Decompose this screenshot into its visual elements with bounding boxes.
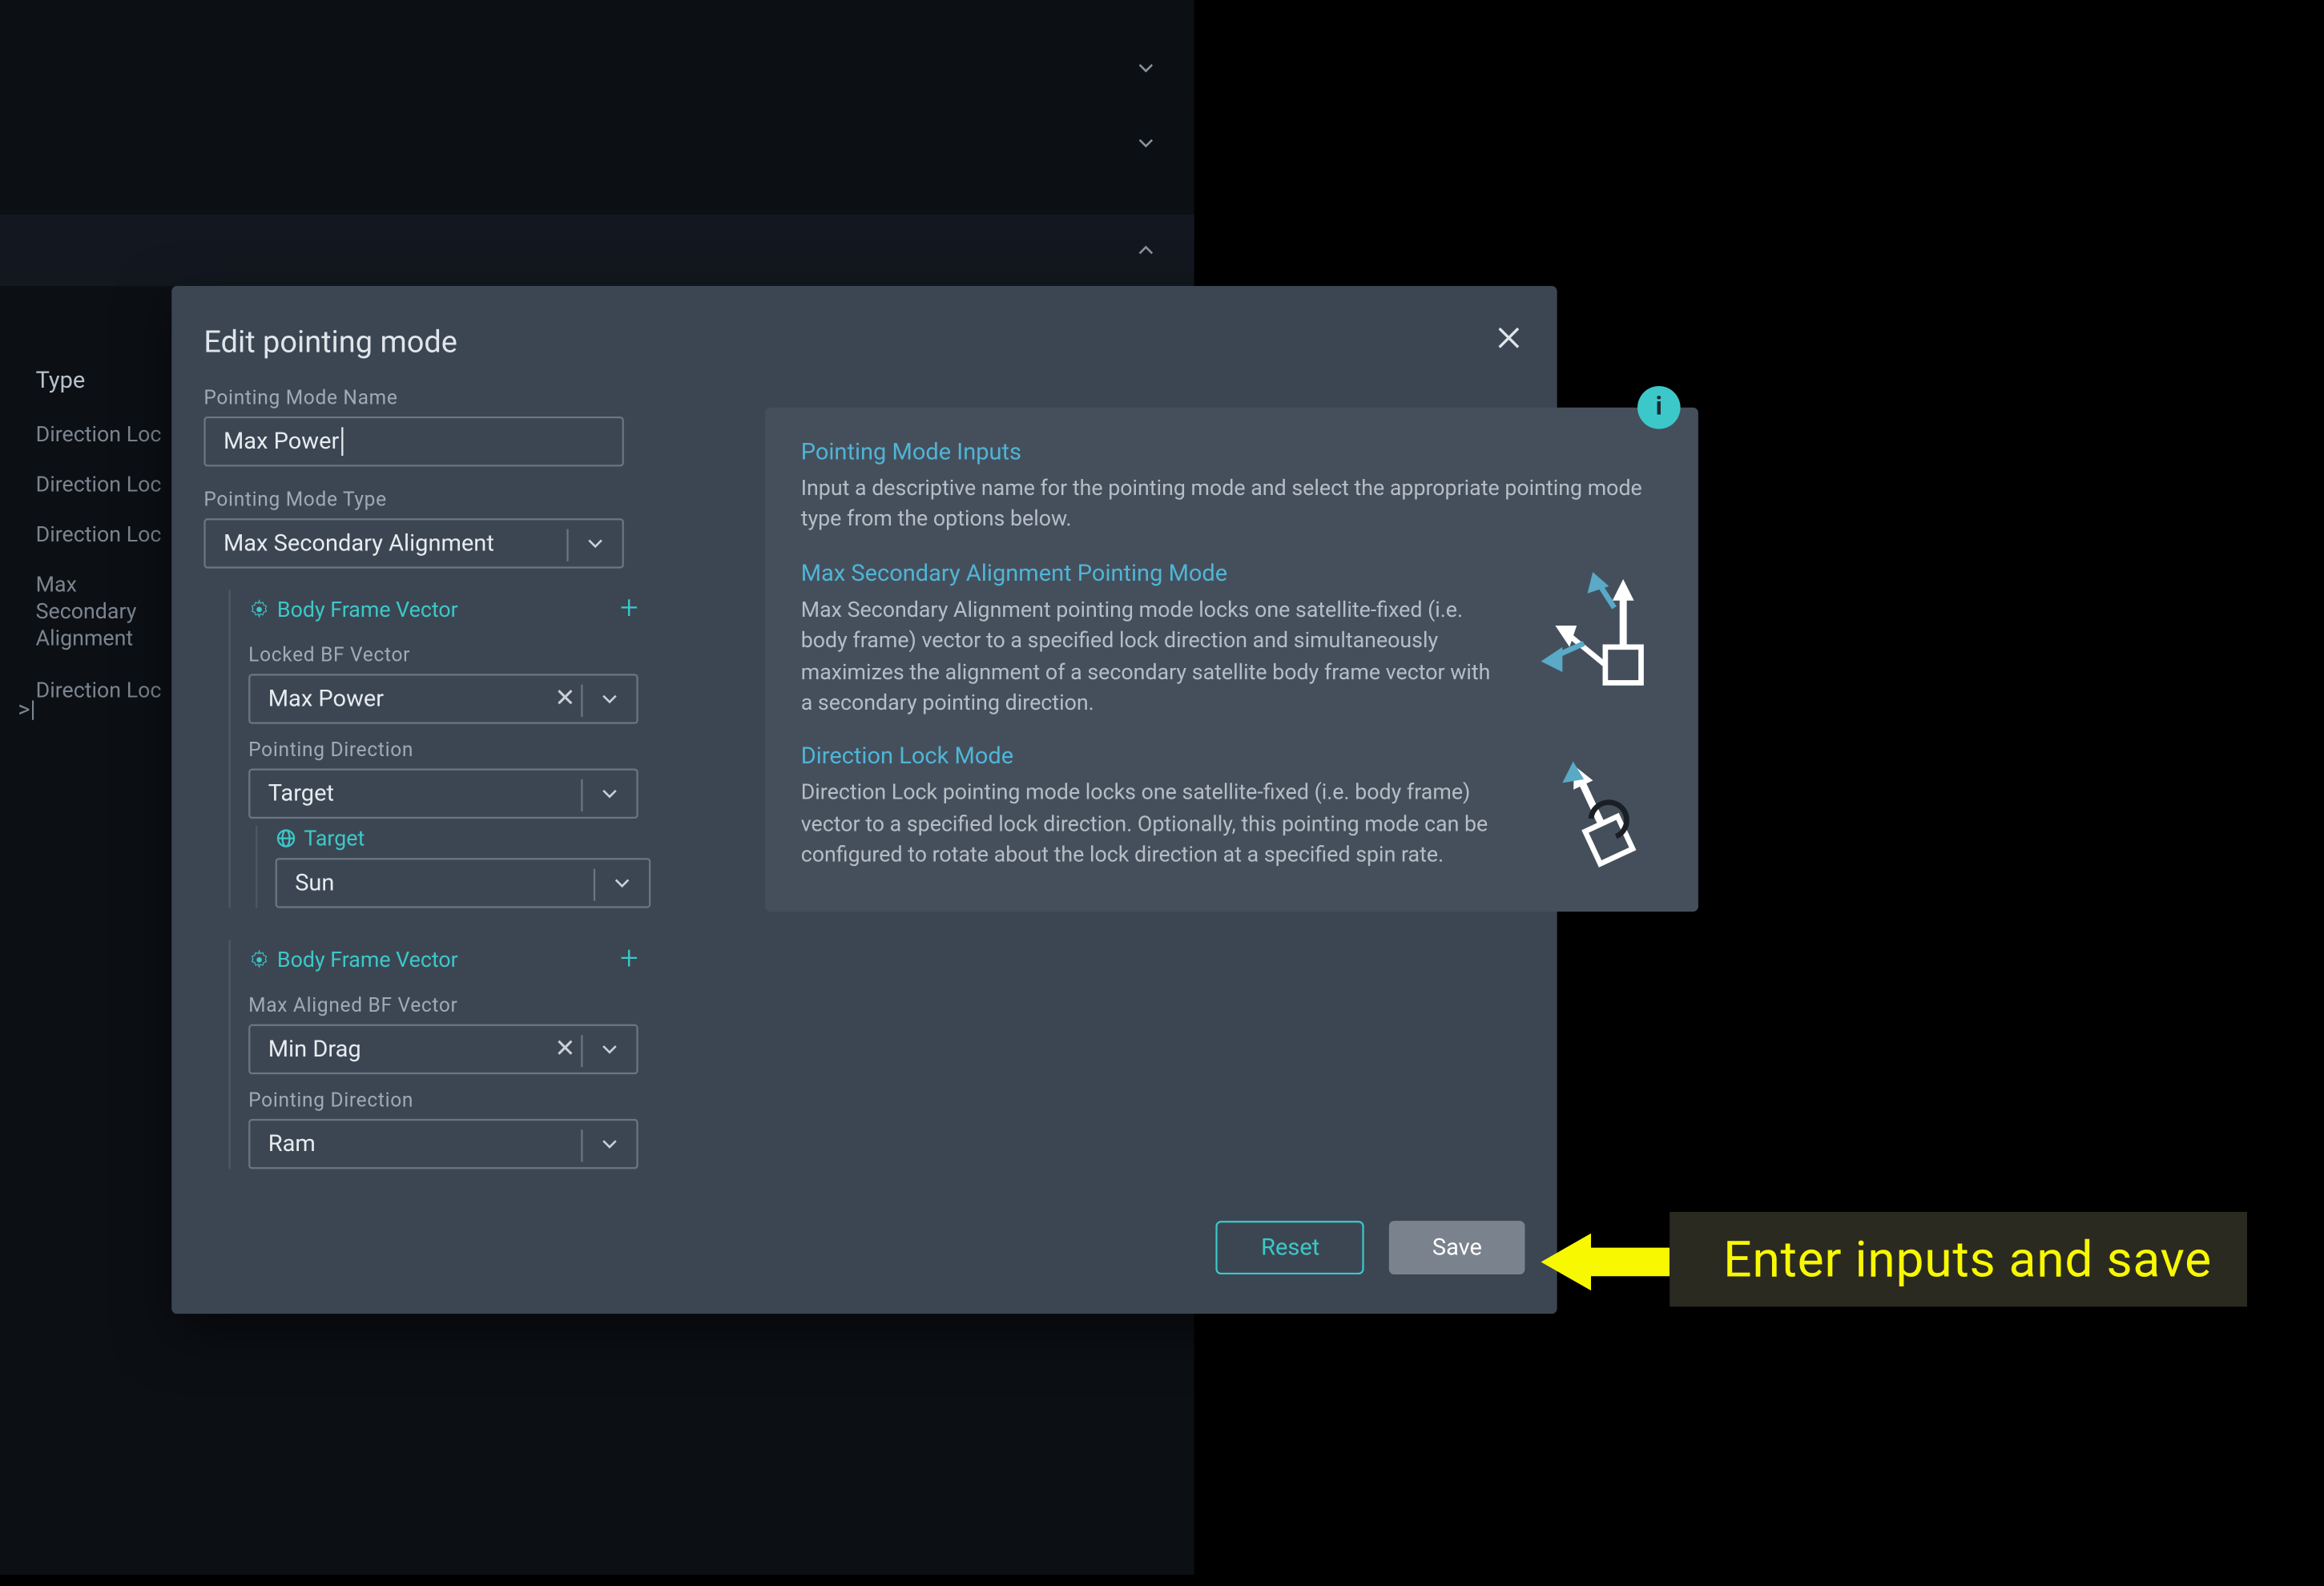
pager-last[interactable]: >| [18, 697, 35, 723]
input-value: Max Power [224, 428, 339, 454]
name-label: Pointing Mode Name [203, 386, 793, 409]
add-button[interactable]: + [620, 944, 638, 976]
pointing-direction-label: Pointing Direction [248, 1089, 794, 1112]
dialog-title: Edit pointing mode [203, 325, 457, 361]
form-column: Pointing Mode Name Max Power Pointing Mo… [203, 386, 793, 1169]
add-button[interactable]: + [620, 594, 638, 626]
pointing-direction-label: Pointing Direction [248, 739, 794, 762]
pointing-mode-name-input[interactable]: Max Power [203, 417, 623, 466]
gear-icon [248, 599, 270, 621]
accordion-row-expanded[interactable] [0, 215, 1194, 286]
target-header: Target [276, 826, 794, 851]
dialog-footer: Reset Save [1216, 1221, 1524, 1274]
text-cursor [341, 427, 343, 456]
sidebar-column: Type Direction Loc Direction Loc Directi… [0, 354, 171, 715]
save-button[interactable]: Save [1389, 1221, 1524, 1274]
select-value: Target [268, 780, 334, 807]
chevron-down-icon [597, 686, 622, 711]
type-label: Pointing Mode Type [203, 488, 793, 511]
bfv-header: Body Frame Vector [248, 597, 458, 622]
clear-icon[interactable]: ✕ [554, 1035, 575, 1064]
accordion-row[interactable] [0, 32, 1194, 103]
max-aligned-bf-vector-select[interactable]: Min Drag ✕ [248, 1024, 638, 1074]
gear-icon [248, 949, 270, 971]
info-paragraph: Direction Lock pointing mode locks one s… [801, 778, 1502, 871]
info-heading-direction-lock: Direction Lock Mode [801, 744, 1502, 771]
annotation-arrow-icon [1541, 1226, 1670, 1298]
list-item[interactable]: Direction Loc [0, 509, 171, 559]
select-divider [581, 1129, 582, 1161]
pointing-direction-select[interactable]: Target [248, 769, 638, 819]
chevron-up-icon [1134, 238, 1158, 263]
chevron-down-icon [597, 1132, 622, 1157]
list-item[interactable]: Direction Loc [0, 459, 171, 509]
body-frame-vector-group-1: Body Frame Vector + Locked BF Vector Max… [229, 590, 794, 908]
info-heading-inputs: Pointing Mode Inputs [801, 440, 1663, 466]
chevron-down-icon [1134, 55, 1158, 80]
column-header-type: Type [0, 354, 171, 409]
info-heading-max-secondary: Max Secondary Alignment Pointing Mode [801, 561, 1502, 587]
direction-lock-diagram-icon [1537, 755, 1662, 880]
max-aligned-bf-label: Max Aligned BF Vector [248, 994, 794, 1017]
info-paragraph: Max Secondary Alignment pointing mode lo… [801, 595, 1502, 719]
chevron-down-icon [610, 871, 634, 896]
locked-bf-label: Locked BF Vector [248, 643, 794, 666]
info-panel: i Pointing Mode Inputs Input a descripti… [765, 408, 1698, 911]
edit-pointing-mode-dialog: Edit pointing mode Pointing Mode Name Ma… [171, 286, 1557, 1314]
reset-button[interactable]: Reset [1216, 1221, 1364, 1274]
chevron-down-icon [1134, 131, 1158, 155]
info-icon: i [1637, 386, 1681, 429]
select-value: Sun [295, 870, 334, 896]
body-frame-vector-group-2: Body Frame Vector + Max Aligned BF Vecto… [229, 940, 794, 1169]
annotation-label: Enter inputs and save [1669, 1212, 2247, 1306]
select-divider [566, 529, 568, 562]
chevron-down-icon [597, 781, 622, 806]
target-select[interactable]: Sun [276, 858, 651, 908]
list-item[interactable]: Max Secondary Alignment [0, 559, 171, 665]
close-button[interactable] [1492, 322, 1524, 354]
pointing-mode-type-select[interactable]: Max Secondary Alignment [203, 518, 623, 568]
list-item[interactable]: Direction Loc [0, 409, 171, 459]
select-divider [581, 1035, 582, 1067]
chevron-down-icon [597, 1037, 622, 1061]
select-divider [594, 869, 595, 901]
max-secondary-diagram-icon [1537, 572, 1662, 697]
accordion-row[interactable] [0, 107, 1194, 179]
select-value: Ram [268, 1130, 316, 1157]
select-value: Max Power [268, 686, 384, 712]
bfv-header: Body Frame Vector [248, 948, 458, 972]
target-subgroup: Target Sun [256, 826, 794, 908]
pointing-direction-select-2[interactable]: Ram [248, 1119, 638, 1169]
select-value: Min Drag [268, 1036, 361, 1062]
locked-bf-vector-select[interactable]: Max Power ✕ [248, 674, 638, 723]
globe-icon [276, 827, 297, 849]
chevron-down-icon [582, 531, 607, 556]
select-value: Max Secondary Alignment [224, 530, 494, 557]
clear-icon[interactable]: ✕ [554, 685, 575, 714]
select-divider [581, 685, 582, 717]
select-divider [581, 779, 582, 811]
info-paragraph: Input a descriptive name for the pointin… [801, 473, 1663, 536]
